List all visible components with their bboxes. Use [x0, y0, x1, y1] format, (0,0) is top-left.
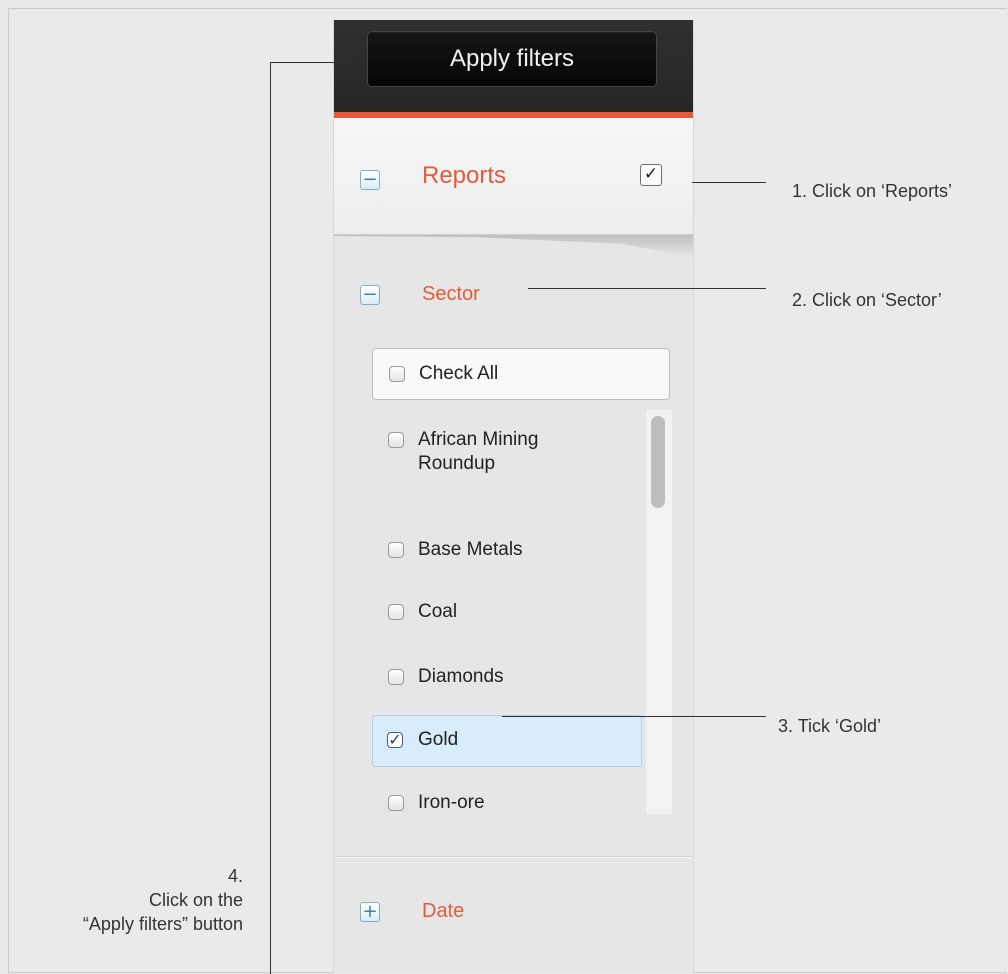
check-all-label: Check All: [419, 363, 499, 384]
section-shadow: [334, 235, 693, 257]
item-label: Coal: [418, 601, 458, 622]
reports-checkbox[interactable]: ✓: [640, 164, 662, 186]
panel-topbar: Apply filters: [334, 20, 693, 118]
item-label: Base Metals: [418, 539, 523, 560]
item-label: Iron-ore: [418, 792, 485, 813]
callout-step1: 1. Click on ‘Reports’: [792, 181, 953, 201]
checkbox[interactable]: [388, 542, 404, 558]
callout-step4-number: 4.: [227, 866, 243, 886]
item-label: African Mining: [418, 429, 539, 450]
callout-step3: 3. Tick ‘Gold’: [778, 716, 882, 736]
sector-list: African Mining Roundup Base Metals Coal …: [372, 410, 672, 814]
list-item-base-metals[interactable]: Base Metals: [372, 532, 642, 568]
callout-line-step2: [528, 288, 766, 289]
list-item-diamonds[interactable]: Diamonds: [372, 660, 642, 696]
item-label-line2: Roundup: [418, 453, 496, 474]
reports-collapse-icon[interactable]: −: [360, 170, 380, 190]
checkbox[interactable]: [388, 604, 404, 620]
sector-label[interactable]: Sector: [422, 283, 480, 306]
item-label: Gold: [418, 729, 459, 750]
date-label[interactable]: Date: [422, 900, 464, 923]
reports-label[interactable]: Reports: [422, 162, 506, 190]
callout-step2: 2. Click on ‘Sector’: [792, 290, 942, 310]
checkbox[interactable]: [388, 432, 404, 448]
list-item-gold[interactable]: ✓ Gold: [372, 715, 642, 767]
list-item-coal[interactable]: Coal: [372, 595, 642, 631]
checkbox[interactable]: [388, 795, 404, 811]
check-all-option[interactable]: Check All: [372, 348, 670, 400]
callout-step4: 4. Click on the “Apply filters” button: [83, 864, 243, 936]
apply-filters-button[interactable]: Apply filters: [367, 31, 657, 87]
item-label: Diamonds: [418, 666, 504, 687]
callout-line-step4-vertical: [270, 62, 271, 974]
check-all-checkbox[interactable]: [389, 366, 405, 382]
callout-line-step4-horizontal: [270, 62, 348, 63]
callout-step4-line3: “Apply filters” button: [82, 914, 243, 934]
callout-step4-line2: Click on the: [148, 890, 243, 910]
checkbox[interactable]: [388, 669, 404, 685]
checkmark-icon[interactable]: ✓: [387, 732, 403, 748]
section-divider: [334, 856, 693, 857]
callout-line-step1: [692, 182, 766, 183]
list-item-iron-ore[interactable]: Iron-ore: [372, 786, 642, 822]
callout-line-step3: [502, 716, 766, 717]
list-item-african-mining-roundup[interactable]: African Mining Roundup: [372, 410, 642, 480]
filter-panel: Apply filters − Reports ✓ − Sector Check…: [333, 20, 694, 973]
date-expand-icon[interactable]: +: [360, 902, 380, 922]
sector-collapse-icon[interactable]: −: [360, 285, 380, 305]
